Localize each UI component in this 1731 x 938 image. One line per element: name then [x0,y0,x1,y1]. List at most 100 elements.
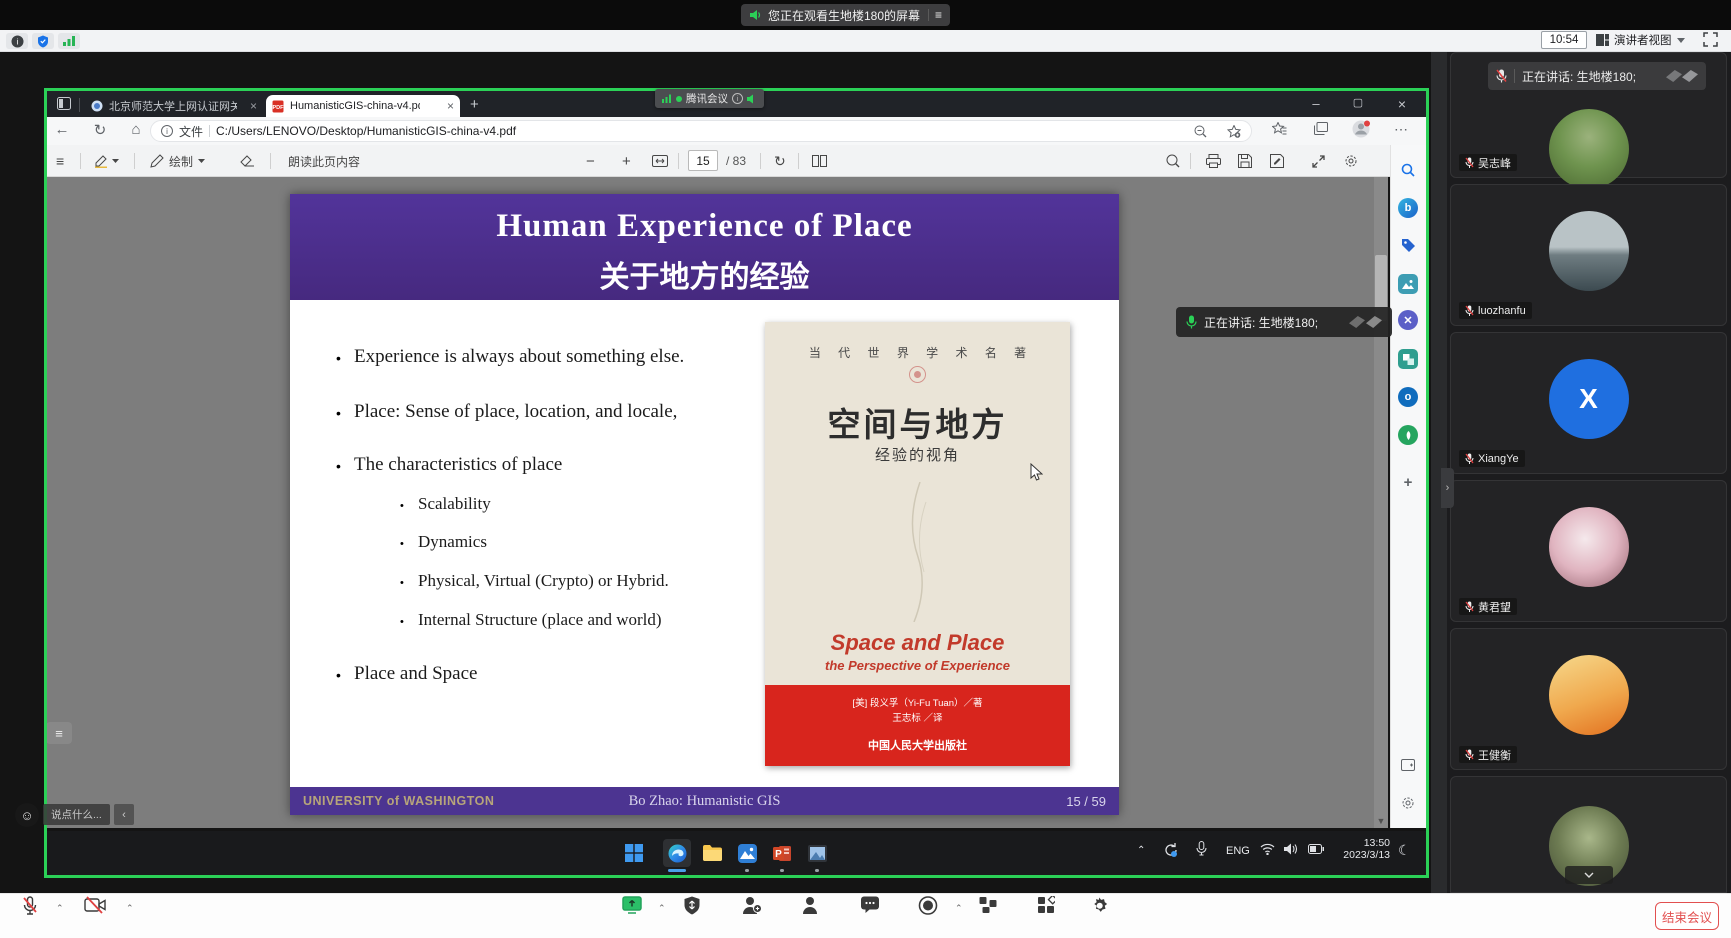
edge-sidebar-add-icon[interactable]: + [1398,472,1418,492]
pdf-slide-page: Human Experience of Place 关于地方的经验 • Expe… [290,194,1119,815]
read-aloud-button[interactable]: 朗读此页内容 [288,151,360,171]
tray-language-label[interactable]: ENG [1226,845,1250,857]
edge-sidebar-outlook-icon[interactable]: o [1398,387,1418,407]
quick-chat-button[interactable]: 说点什么... [43,804,110,825]
tab-close-icon[interactable]: × [250,99,257,113]
chat-collapse-button[interactable]: ‹ [114,804,134,825]
record-options-caret[interactable]: ⌃ [955,903,963,914]
tab-pdf-active[interactable]: PDF HumanisticGIS-china-v4.pdf × [266,95,460,117]
taskbar-photos-button[interactable] [733,839,761,867]
favorites-button[interactable] [1272,122,1287,136]
banner-menu-icon[interactable]: ≡ [935,8,942,22]
info-icon[interactable]: i [732,93,743,104]
window-maximize-button[interactable]: ▢ [1350,96,1366,109]
edge-sidebar-games-icon[interactable]: ✕ [1398,310,1418,330]
edge-sidebar-tools-icon[interactable] [1398,349,1418,369]
participant-name: 吴志峰 [1478,155,1511,171]
pdf-settings-button[interactable] [1344,151,1358,171]
save-as-button[interactable] [1270,151,1284,171]
edge-sidebar-settings-icon[interactable] [1398,793,1418,813]
tray-volume-icon[interactable] [1284,843,1298,855]
layout-icon [1596,34,1609,46]
print-button[interactable] [1206,151,1221,171]
scroll-down-arrow[interactable]: ▼ [1374,814,1388,828]
expand-button[interactable] [1312,151,1325,171]
meeting-topbar [0,30,1731,52]
window-close-button[interactable]: × [1394,96,1410,112]
browser-menu-button[interactable]: ⋯ [1394,121,1409,138]
profile-button[interactable] [1352,120,1370,138]
emoji-reaction-button[interactable]: ☺ [15,803,39,827]
tray-expand-icon[interactable]: ⌃ [1137,845,1145,856]
annotation-toolbar-chip[interactable]: ≡ [46,722,72,744]
footer-page-number: 15 / 59 [1066,794,1106,809]
bullet-item: Place: Sense of place, location, and loc… [354,401,677,423]
refresh-button[interactable]: ↻ [90,121,110,139]
collections-button[interactable] [1314,122,1328,135]
end-meeting-button[interactable]: 结束会议 [1655,902,1719,930]
window-minimize-button[interactable]: – [1308,96,1324,111]
audio-icon[interactable] [747,94,757,104]
edge-sidebar-screenshot-icon[interactable] [1398,755,1418,775]
tray-mic-icon[interactable] [1196,841,1207,856]
zoom-out-page-button[interactable]: − [586,151,595,171]
mic-options-caret[interactable]: ⌃ [56,903,64,914]
taskbar-image-viewer-button[interactable] [803,839,831,867]
participant-tile[interactable]: X XiangYe [1450,332,1727,474]
network-signal-button[interactable] [58,33,80,49]
security-shield-button[interactable] [32,33,54,49]
page-number-input[interactable]: 15 [688,150,718,171]
edge-sidebar-app-icon[interactable] [1398,425,1418,445]
meeting-info-button[interactable]: i [6,33,28,49]
taskbar-powerpoint-button[interactable]: P [768,839,796,867]
share-options-caret[interactable]: ⌃ [658,903,666,914]
address-bar[interactable]: i 文件 C:/Users/LENOVO/Desktop/HumanisticG… [150,120,1252,142]
tab-bnu-portal[interactable]: 北京师范大学上网认证网关 × [85,95,263,117]
participant-tile[interactable]: 黄君望 [1450,480,1727,622]
edge-sidebar-search-icon[interactable] [1398,160,1418,180]
tray-clock[interactable]: 13:50 2023/3/13 [1330,837,1390,861]
participant-tile[interactable]: luozhanfu [1450,184,1727,326]
divider [79,98,80,112]
book-english-subtitle: the Perspective of Experience [765,658,1070,673]
info-icon: i [11,35,24,48]
draw-tool-button[interactable]: 绘制 [150,151,205,171]
bullet-item: The characteristics of place [354,454,562,476]
edge-sidebar-discover-icon[interactable]: b [1398,198,1418,218]
save-button[interactable] [1238,151,1252,171]
fit-width-button[interactable] [652,151,668,171]
tab-close-icon[interactable]: × [447,99,454,113]
scroll-more-participants-button[interactable] [1565,866,1613,884]
page-view-button[interactable] [812,151,827,171]
back-button[interactable]: ← [52,121,72,138]
new-tab-button[interactable]: + [470,96,479,113]
tray-battery-icon[interactable] [1308,844,1324,854]
participant-tile[interactable]: 王健衡 [1450,628,1727,770]
taskbar-edge-button[interactable] [663,839,691,867]
tray-sync-icon[interactable] [1163,842,1179,858]
video-options-caret[interactable]: ⌃ [126,903,134,914]
eraser-button[interactable] [240,151,255,171]
chevron-down-icon [112,159,119,163]
panel-collapse-handle[interactable]: › [1441,468,1454,508]
tray-night-mode-icon[interactable]: ☾ [1398,842,1411,859]
page-info-icon[interactable]: i [161,125,173,137]
meeting-mini-bar[interactable]: 腾讯会议 i [655,89,764,108]
home-button[interactable]: ⌂ [126,121,146,138]
tab-actions-button[interactable] [57,97,71,110]
edge-sidebar-image-icon[interactable] [1398,274,1418,294]
zoom-in-page-button[interactable]: + [622,151,631,171]
pdf-search-button[interactable] [1166,151,1180,171]
rotate-button[interactable]: ↻ [774,151,786,171]
add-favorite-button[interactable] [1227,125,1241,138]
zoom-out-button[interactable] [1194,125,1207,138]
fullscreen-button[interactable] [1703,32,1718,47]
tray-wifi-icon[interactable] [1260,843,1275,855]
edge-sidebar-shopping-icon[interactable] [1398,235,1418,255]
taskbar-explorer-button[interactable] [698,839,726,867]
pdf-contents-button[interactable]: ≡ [56,151,64,171]
highlighter-tool-button[interactable] [94,151,119,171]
view-mode-selector[interactable]: 演讲者视图 [1596,31,1685,49]
divider [678,153,679,169]
start-button[interactable] [620,839,648,867]
